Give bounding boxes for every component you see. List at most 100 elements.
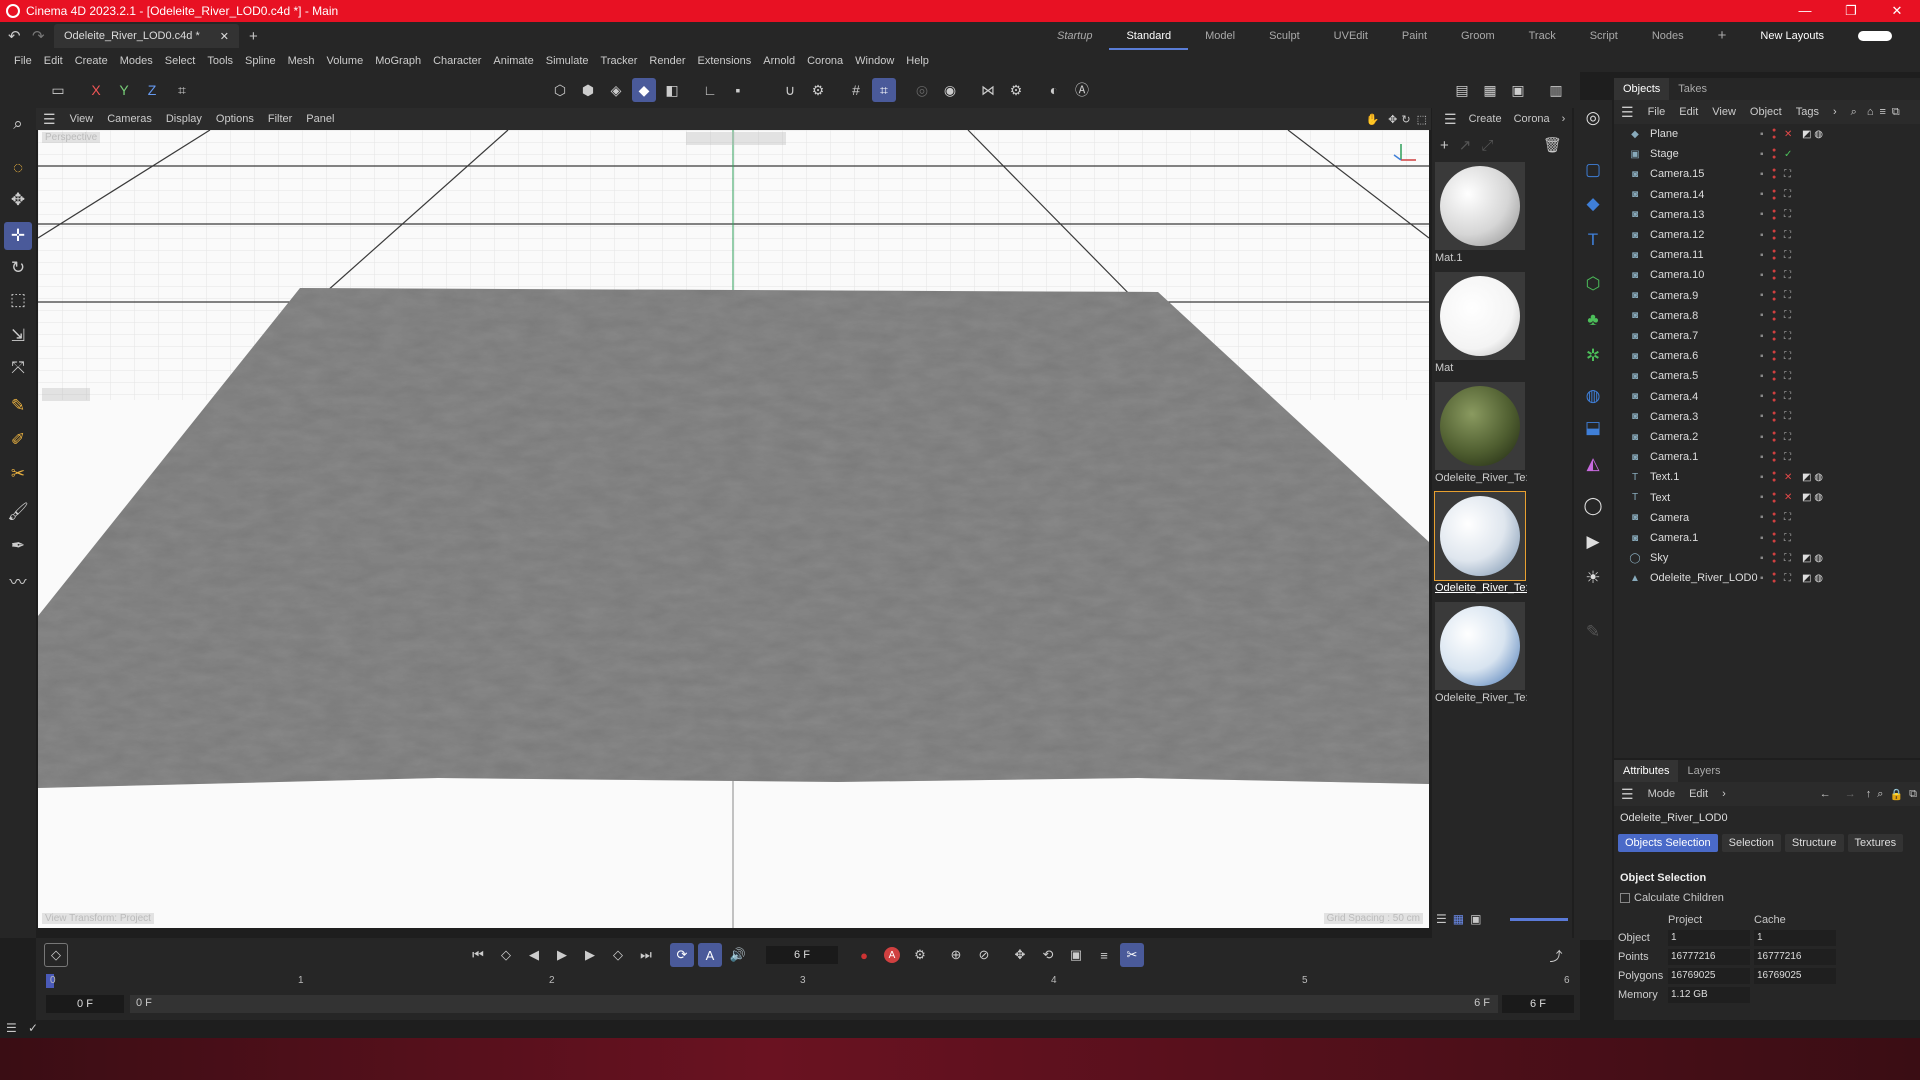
camera-target-icon[interactable]: ⛶ bbox=[1784, 452, 1791, 463]
transfer-tool-icon[interactable]: ⇲ bbox=[4, 322, 32, 350]
objects-menu-file[interactable]: File bbox=[1641, 106, 1673, 118]
camera-target-icon[interactable]: ⛶ bbox=[1784, 189, 1791, 200]
spline-pen-icon[interactable]: ✎ bbox=[4, 392, 32, 420]
forward-arrow-icon[interactable]: → bbox=[1838, 788, 1863, 800]
delete-material-icon[interactable]: 🗑 bbox=[1543, 136, 1562, 154]
up-arrow-icon[interactable]: ↑ bbox=[1863, 788, 1875, 800]
brush-tool-icon[interactable]: 🖌 bbox=[4, 498, 32, 526]
cube-icon[interactable]: ◆ bbox=[1579, 190, 1607, 218]
visibility-dots-icon[interactable]: ● ● bbox=[1772, 208, 1776, 222]
layer-icon[interactable]: ▪ bbox=[1760, 149, 1764, 160]
visibility-dots-icon[interactable]: ● ● bbox=[1772, 450, 1776, 464]
layer-icon[interactable]: ▪ bbox=[1760, 432, 1764, 443]
object-row[interactable]: ◙ Camera.11 ▪ ● ● ⛶ bbox=[1614, 245, 1920, 265]
move-tool-icon[interactable]: ✛ bbox=[4, 222, 32, 250]
symmetry-icon[interactable]: ⋈ bbox=[976, 78, 1000, 102]
disabled-x-icon[interactable]: ✕ bbox=[1784, 129, 1792, 140]
camera-view-icon[interactable]: ◎ bbox=[1579, 104, 1607, 132]
camera-target-icon[interactable]: ⛶ bbox=[1784, 533, 1791, 544]
viewport-menu-panel[interactable]: Panel bbox=[299, 113, 341, 125]
timeline-ruler[interactable]: 0 1 2 3 4 5 6 bbox=[46, 974, 1570, 990]
material-menu-more-icon[interactable]: › bbox=[1556, 113, 1572, 125]
camera-label[interactable]: Perspective bbox=[42, 132, 101, 143]
key-scale-icon[interactable]: ✥ bbox=[1008, 943, 1032, 967]
apply-material-icon[interactable]: ↗ bbox=[1459, 136, 1472, 154]
material-menu-icon[interactable]: ☰ bbox=[1438, 111, 1463, 128]
layout-tab-nodes[interactable]: Nodes bbox=[1635, 22, 1701, 50]
object-row[interactable]: ◙ Camera.8 ▪ ● ● ⛶ bbox=[1614, 306, 1920, 326]
record-icon[interactable]: ● bbox=[852, 943, 876, 967]
menu-simulate[interactable]: Simulate bbox=[540, 55, 595, 67]
object-row[interactable]: ◙ Camera.6 ▪ ● ● ⛶ bbox=[1614, 346, 1920, 366]
add-material-icon[interactable]: + bbox=[1440, 137, 1449, 154]
tag-icons[interactable]: ◩ ◍ bbox=[1802, 553, 1823, 564]
maximize-view-icon[interactable]: ⬚ bbox=[1413, 113, 1431, 126]
visibility-dots-icon[interactable]: ● ● bbox=[1772, 369, 1776, 383]
viewport-hud-widget[interactable] bbox=[686, 132, 786, 145]
camera-target-icon[interactable]: ⛶ bbox=[1784, 310, 1791, 321]
material-menu-create[interactable]: Create bbox=[1463, 113, 1508, 125]
auto-keying-icon[interactable]: Ⓐ bbox=[1070, 78, 1094, 102]
undo-icon[interactable]: ↶ bbox=[8, 27, 21, 45]
minimize-button[interactable]: — bbox=[1782, 3, 1828, 19]
menu-edit[interactable]: Edit bbox=[38, 55, 69, 67]
viewport-menu-view[interactable]: View bbox=[63, 113, 101, 125]
layer-icon[interactable]: ▪ bbox=[1760, 290, 1764, 301]
edit-render-settings-icon[interactable]: ▣ bbox=[1506, 78, 1530, 102]
key-pla-icon[interactable]: ▣ bbox=[1064, 943, 1088, 967]
link-material-icon[interactable]: ⤢ bbox=[1481, 137, 1493, 154]
layout-tab-uvedit[interactable]: UVEdit bbox=[1317, 22, 1385, 50]
layout-tab-groom[interactable]: Groom bbox=[1444, 22, 1512, 50]
layer-icon[interactable]: ▪ bbox=[1760, 169, 1764, 180]
layer-icon[interactable]: ▪ bbox=[1760, 492, 1764, 503]
menu-help[interactable]: Help bbox=[900, 55, 935, 67]
material-item[interactable]: Odeleite_River_Te: bbox=[1435, 602, 1527, 704]
list-view-icon[interactable]: ☰ bbox=[1436, 912, 1447, 926]
toggle-switch-icon[interactable] bbox=[1841, 22, 1909, 50]
visibility-dots-icon[interactable]: ● ● bbox=[1772, 188, 1776, 202]
auto-keyframe-icon[interactable]: A bbox=[698, 943, 722, 967]
add-layout-icon[interactable]: + bbox=[1701, 22, 1744, 50]
camera-target-icon[interactable]: ⛶ bbox=[1784, 351, 1791, 362]
back-arrow-icon[interactable]: ← bbox=[1813, 788, 1838, 800]
visibility-dots-icon[interactable]: ● ● bbox=[1772, 349, 1776, 363]
axis-x-button[interactable]: X bbox=[84, 78, 108, 102]
layer-icon[interactable]: ▪ bbox=[1760, 452, 1764, 463]
subtab-structure[interactable]: Structure bbox=[1784, 834, 1844, 852]
tab-objects[interactable]: Objects bbox=[1614, 78, 1670, 100]
end-frame-field[interactable]: 6 F bbox=[1502, 995, 1574, 1013]
camera-target-icon[interactable]: ⛶ bbox=[1784, 290, 1791, 301]
visibility-dots-icon[interactable]: ● ● bbox=[1772, 531, 1776, 545]
edit-icon[interactable]: ✎ bbox=[1579, 618, 1607, 646]
object-row[interactable]: ◯ Sky ▪ ● ● ⛶ ◩ ◍ bbox=[1614, 548, 1920, 568]
visibility-dots-icon[interactable]: ● ● bbox=[1772, 470, 1776, 484]
layout-tab-standard[interactable]: Standard bbox=[1109, 22, 1189, 50]
effector-icon[interactable]: ✲ bbox=[1579, 342, 1607, 370]
menu-character[interactable]: Character bbox=[427, 55, 487, 67]
attributes-menu-icon[interactable]: ☰ bbox=[1614, 786, 1641, 803]
deformer-icon[interactable]: ◍ bbox=[1579, 382, 1607, 410]
new-window-icon[interactable]: ⧉ bbox=[1906, 788, 1920, 801]
camera-target-icon[interactable]: ⛶ bbox=[1784, 209, 1791, 220]
menu-animate[interactable]: Animate bbox=[487, 55, 539, 67]
cloner-icon[interactable]: ♣ bbox=[1579, 306, 1607, 334]
object-row[interactable]: ◙ Camera.2 ▪ ● ● ⛶ bbox=[1614, 427, 1920, 447]
camera-target-icon[interactable]: ⛶ bbox=[1784, 512, 1791, 523]
layer-icon[interactable]: ▪ bbox=[1760, 472, 1764, 483]
disabled-x-icon[interactable]: ✕ bbox=[1784, 472, 1792, 483]
material-menu-corona[interactable]: Corona bbox=[1508, 113, 1556, 125]
subtab-textures[interactable]: Textures bbox=[1847, 834, 1904, 852]
menu-select[interactable]: Select bbox=[159, 55, 202, 67]
menu-corona[interactable]: Corona bbox=[801, 55, 849, 67]
camera-target-icon[interactable]: ⛶ bbox=[1784, 331, 1791, 342]
menu-tracker[interactable]: Tracker bbox=[595, 55, 644, 67]
layout-tab-model[interactable]: Model bbox=[1188, 22, 1252, 50]
visibility-dots-icon[interactable]: ● ● bbox=[1772, 167, 1776, 181]
subtab-selection[interactable]: Selection bbox=[1721, 834, 1781, 852]
layer-icon[interactable]: ▪ bbox=[1760, 351, 1764, 362]
menu-tools[interactable]: Tools bbox=[201, 55, 239, 67]
visibility-dots-icon[interactable]: ● ● bbox=[1772, 491, 1776, 505]
motion-path-icon[interactable]: ≡ bbox=[1092, 943, 1116, 967]
visibility-dots-icon[interactable]: ● ● bbox=[1772, 551, 1776, 565]
render-view-icon[interactable]: ◉ bbox=[938, 78, 962, 102]
